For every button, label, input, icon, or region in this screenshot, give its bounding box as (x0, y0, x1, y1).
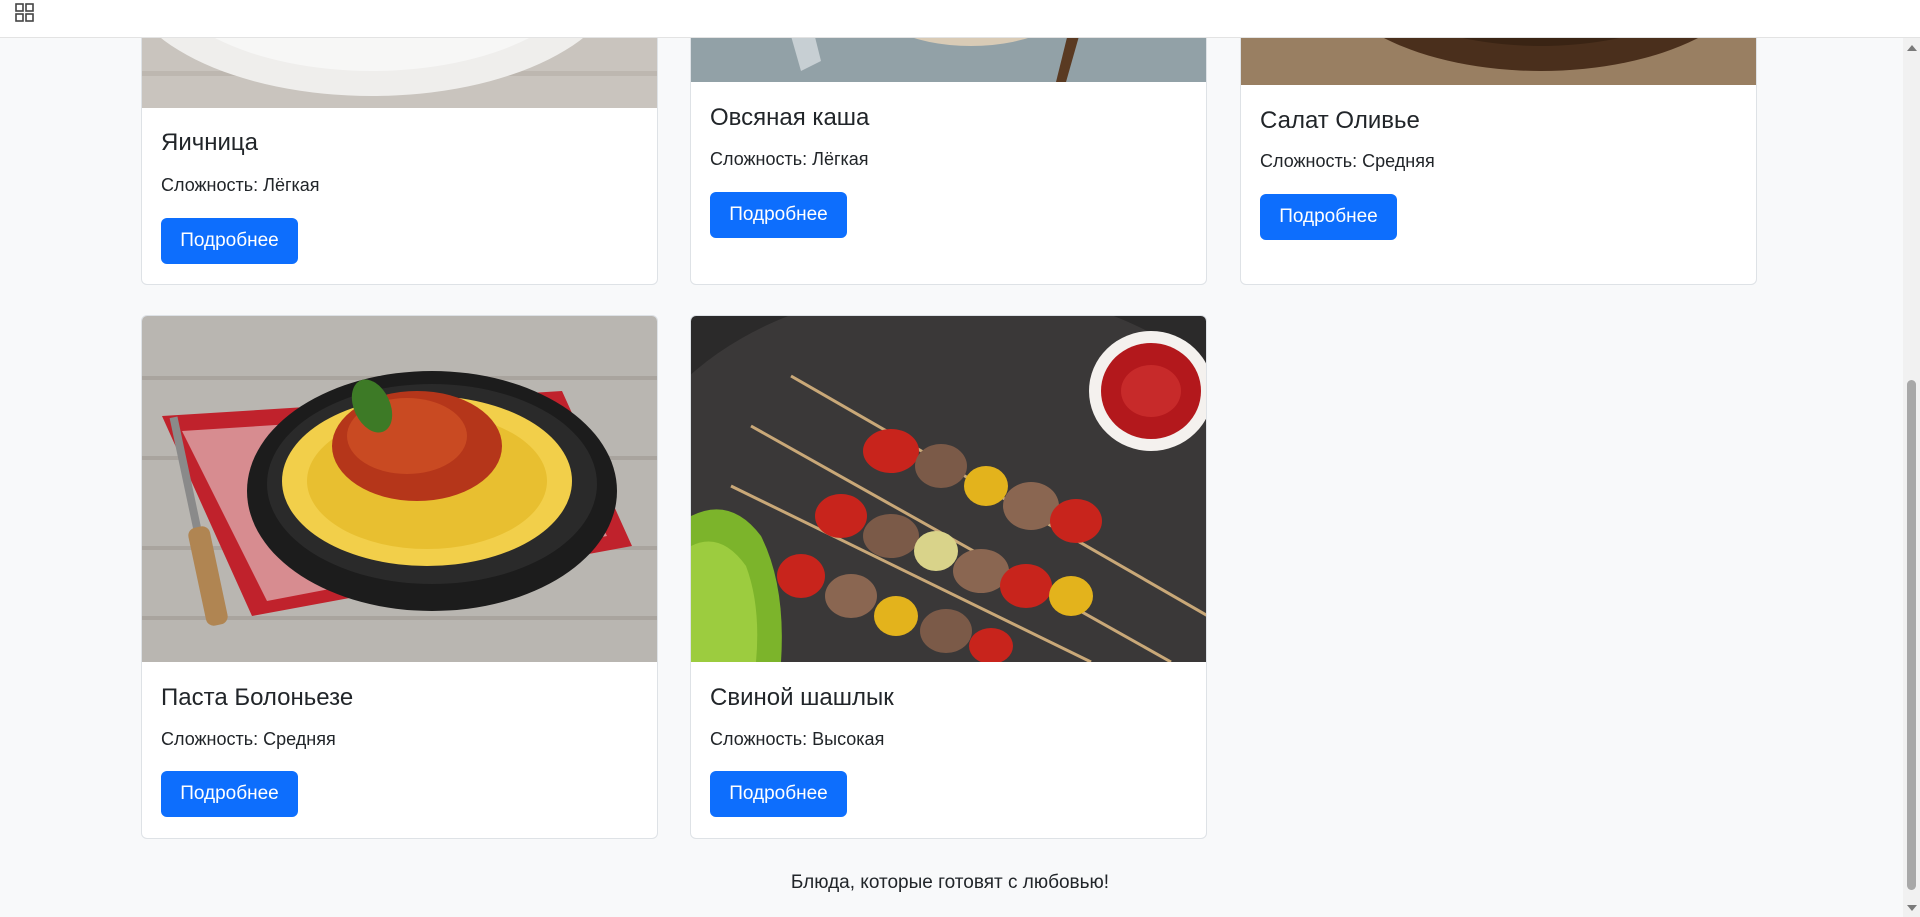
recipe-difficulty: Сложность: Лёгкая (161, 175, 320, 195)
recipe-title: Салат Оливье (1260, 107, 1420, 134)
details-button[interactable]: Подробнее (710, 771, 847, 817)
recipe-difficulty: Сложность: Средняя (161, 729, 336, 749)
details-button[interactable]: Подробнее (1260, 194, 1397, 240)
top-bar (0, 0, 1920, 38)
details-button[interactable]: Подробнее (710, 192, 847, 238)
recipe-difficulty: Сложность: Высокая (710, 729, 885, 749)
recipe-image-pasta-bolognese (142, 316, 657, 662)
recipe-card-olivier-salad: Салат Оливье Сложность: Средняя Подробне… (1240, 0, 1757, 285)
recipe-difficulty: Сложность: Лёгкая (710, 149, 869, 169)
scrollbar-thumb[interactable] (1907, 380, 1916, 890)
recipe-card-pork-shashlik: Свиной шашлык Сложность: Высокая Подробн… (690, 315, 1207, 839)
recipe-image-pork-shashlik (691, 316, 1206, 662)
vertical-scrollbar[interactable] (1903, 37, 1920, 917)
recipe-title: Овсяная каша (710, 104, 870, 131)
scroll-down-arrow-icon[interactable] (1907, 905, 1917, 911)
footer-tagline: Блюда, которые готовят с любовью! (790, 872, 1110, 893)
recipe-title: Паста Болоньезе (161, 684, 354, 711)
recipe-title: Яичница (161, 129, 258, 156)
details-button[interactable]: Подробнее (161, 771, 298, 817)
recipe-title: Свиной шашлык (710, 684, 894, 711)
recipe-card-oatmeal: Овсяная каша Сложность: Лёгкая Подробнее (690, 0, 1207, 285)
recipe-card-fried-eggs: Яичница Сложность: Лёгкая Подробнее (141, 0, 658, 285)
recipe-card-pasta-bolognese: Паста Болоньезе Сложность: Средняя Подро… (141, 315, 658, 839)
details-button[interactable]: Подробнее (161, 218, 298, 264)
recipe-difficulty: Сложность: Средняя (1260, 151, 1435, 171)
grid-apps-icon[interactable] (15, 3, 35, 23)
scroll-up-arrow-icon[interactable] (1907, 45, 1917, 51)
